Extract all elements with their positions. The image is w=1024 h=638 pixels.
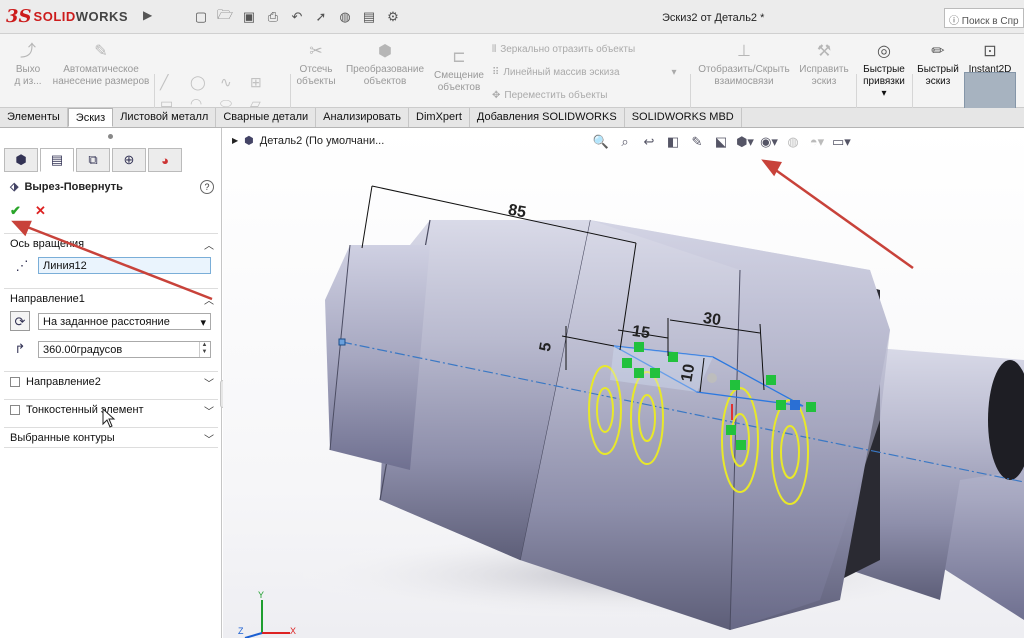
dimension-10[interactable]: 10: [678, 363, 699, 384]
section-view-icon[interactable]: ◧: [664, 134, 682, 150]
axis-endpoint[interactable]: [338, 338, 346, 346]
expand-arrow-icon[interactable]: ▶: [232, 136, 238, 145]
sketch-point[interactable]: [707, 373, 717, 383]
dimension-30[interactable]: 30: [702, 310, 722, 330]
dimension-85[interactable]: 85: [507, 202, 527, 223]
model-view: [11, 159, 1024, 638]
edit-appearance-icon[interactable]: ◍: [784, 134, 802, 150]
part-icon: ⬢: [244, 135, 254, 147]
view-settings-icon[interactable]: ▭▾: [832, 134, 851, 150]
display-style-icon[interactable]: ⬢▾: [736, 134, 754, 150]
dimension-15[interactable]: 15: [631, 323, 651, 343]
view-orientation-icon[interactable]: ⬕: [712, 134, 730, 150]
zoom-to-fit-icon[interactable]: 🔍: [592, 134, 610, 150]
heads-up-toolbar: 🔍 ⌕ ↩ ◧ ✎ ⬕ ⬢▾ ◉▾ ◍ ◓▾ ▭▾: [592, 134, 851, 150]
part-name[interactable]: Деталь2 (По умолчани...: [260, 135, 385, 147]
triad-x-label: X: [290, 626, 297, 636]
view-triad: [244, 600, 290, 638]
previous-view-icon[interactable]: ↩: [640, 134, 658, 150]
hide-show-items-icon[interactable]: ◉▾: [760, 134, 778, 150]
zoom-area-icon[interactable]: ⌕: [616, 134, 634, 150]
apply-scene-icon[interactable]: ◓▾: [808, 134, 826, 150]
dynamic-annotation-icon[interactable]: ✎: [688, 134, 706, 150]
triad-y-label: Y: [258, 590, 265, 600]
triad-z-label: Z: [238, 626, 244, 636]
feature-tree-flyout[interactable]: ▶ ⬢ Деталь2 (По умолчани...: [232, 134, 385, 148]
mouse-cursor: [102, 407, 116, 428]
